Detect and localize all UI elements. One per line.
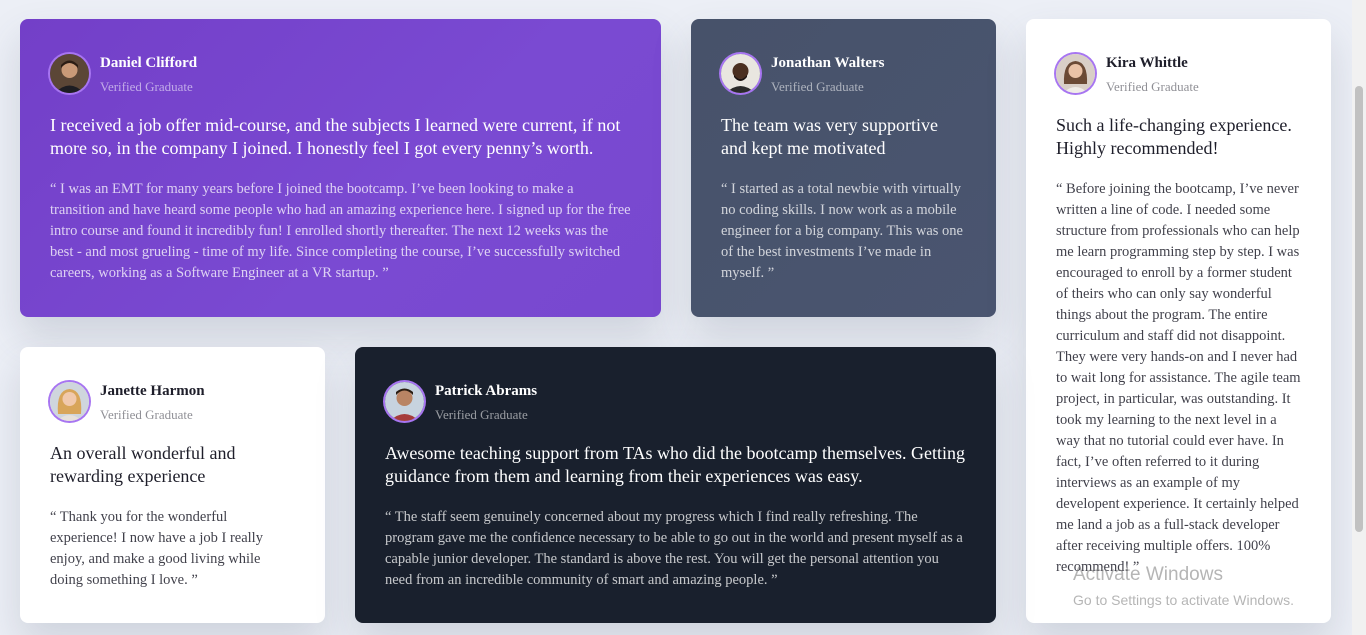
testimonial-card-jonathan: Jonathan Walters Verified Graduate The t… [691,19,996,317]
testimonial-card-daniel: Daniel Clifford Verified Graduate I rece… [20,19,661,317]
testimonial-quote: “ I started as a total newbie with virtu… [721,181,963,281]
testimonial-headline: I received a job offer mid-course, and t… [50,115,621,158]
author-role: Verified Graduate [100,407,193,422]
testimonial-quote: “ Thank you for the wonderful experience… [50,509,263,588]
author-name: Janette Harmon [100,383,205,399]
author-name: Daniel Clifford [100,55,198,71]
avatar-image-icon [50,54,89,93]
avatar [50,382,89,421]
author-role: Verified Graduate [435,407,528,422]
testimonial-card-patrick: Patrick Abrams Verified Graduate Awesome… [355,347,996,623]
page-scrollbar[interactable] [1352,0,1366,635]
author-role: Verified Graduate [100,79,193,94]
author-name: Jonathan Walters [771,55,885,71]
testimonial-headline: Awesome teaching support from TAs who di… [385,443,965,486]
testimonial-headline: Such a life-changing experience. Highly … [1056,115,1292,158]
card-header: Jonathan Walters Verified Graduate [721,53,966,97]
avatar-image-icon [385,382,424,421]
avatar [721,54,760,93]
avatar [385,382,424,421]
author-role: Verified Graduate [1106,79,1199,94]
author-name: Kira Whittle [1106,55,1188,71]
card-header: Kira Whittle Verified Graduate [1056,53,1301,97]
card-header: Janette Harmon Verified Graduate [50,381,295,425]
testimonial-headline: An overall wonderful and rewarding exper… [50,443,236,486]
scrollbar-thumb[interactable] [1355,86,1363,532]
card-header: Daniel Clifford Verified Graduate [50,53,631,97]
testimonial-card-janette: Janette Harmon Verified Graduate An over… [20,347,325,623]
avatar [1056,54,1095,93]
author-name: Patrick Abrams [435,383,538,399]
avatar [50,54,89,93]
testimonial-quote: “ Before joining the bootcamp, I’ve neve… [1056,181,1301,575]
avatar-image-icon [721,54,760,93]
testimonial-quote: “ I was an EMT for many years before I j… [50,181,631,281]
card-header: Patrick Abrams Verified Graduate [385,381,966,425]
testimonial-quote: “ The staff seem genuinely concerned abo… [385,509,963,588]
avatar-image-icon [50,382,89,421]
testimonial-card-kira: Kira Whittle Verified Graduate Such a li… [1026,19,1331,623]
author-role: Verified Graduate [771,79,864,94]
testimonial-headline: The team was very supportive and kept me… [721,115,938,158]
avatar-image-icon [1056,54,1095,93]
